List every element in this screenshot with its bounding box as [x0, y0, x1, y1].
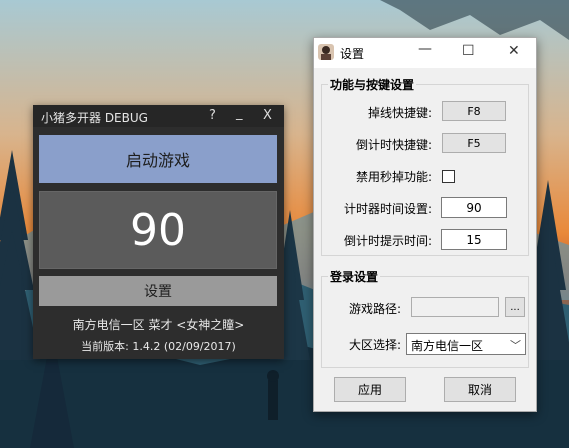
settings-window-title: 设置 [340, 47, 365, 61]
countdown-hint-label: 倒计时提示时间: [343, 234, 432, 248]
settings-button[interactable]: 设置 [39, 276, 277, 306]
browse-button[interactable]: ... [505, 297, 525, 317]
hotkeys-group: 功能与按键设置 掉线快捷键: F8 倒计时快捷键: F5 禁用秒掉功能: 计时器… [321, 76, 529, 256]
close-button[interactable]: X [263, 108, 272, 123]
version-info-text: 当前版本: 1.4.2 (02/09/2017) [81, 340, 236, 353]
main-window-title: 小猪多开器 DEBUG [41, 111, 148, 125]
settings-maximize-icon[interactable]: ☐ [462, 43, 475, 59]
help-button[interactable]: ? [209, 108, 216, 123]
disconnect-hotkey-field[interactable]: F8 [442, 101, 506, 121]
settings-close-icon[interactable]: ✕ [508, 43, 520, 59]
hotkeys-group-title: 功能与按键设置 [328, 76, 417, 93]
countdown-hotkey-field[interactable]: F5 [442, 133, 506, 153]
cancel-button[interactable]: 取消 [444, 377, 516, 402]
disable-instant-drop-checkbox[interactable] [442, 170, 455, 183]
main-window: 小猪多开器 DEBUG ? _ X 启动游戏 90 设置 南方电信一区 菜才 <… [33, 105, 284, 359]
countdown-hotkey-label: 倒计时快捷键: [355, 138, 432, 152]
game-path-label: 游戏路径: [348, 302, 401, 316]
countdown-display: 90 [39, 191, 277, 269]
region-dropdown-value: 南方电信一区 [411, 339, 484, 353]
settings-minimize-icon[interactable]: — [418, 41, 432, 57]
countdown-hint-input[interactable]: 15 [441, 229, 507, 250]
app-avatar-icon [318, 44, 334, 60]
region-dropdown[interactable]: 南方电信一区 ﹀ [406, 333, 526, 355]
region-info-text: 南方电信一区 菜才 <女神之瞳> [72, 318, 245, 332]
game-path-field[interactable] [411, 297, 499, 317]
settings-title-bar[interactable]: 设置 — ☐ ✕ [314, 38, 536, 68]
login-group-title: 登录设置 [328, 268, 381, 285]
timer-time-label: 计时器时间设置: [343, 202, 432, 216]
chevron-down-icon: ﹀ [510, 339, 521, 352]
disable-instant-drop-label: 禁用秒掉功能: [355, 170, 432, 184]
login-group: 登录设置 游戏路径: ... 大区选择: 南方电信一区 ﹀ [321, 268, 529, 368]
minimize-button[interactable]: _ [236, 106, 243, 121]
disconnect-hotkey-label: 掉线快捷键: [367, 106, 432, 120]
region-select-label: 大区选择: [348, 338, 401, 352]
settings-window: 设置 — ☐ ✕ 功能与按键设置 掉线快捷键: F8 倒计时快捷键: F5 禁用… [313, 37, 537, 412]
main-title-bar[interactable]: 小猪多开器 DEBUG ? _ X [33, 105, 284, 127]
start-game-button[interactable]: 启动游戏 [39, 135, 277, 183]
timer-time-input[interactable]: 90 [441, 197, 507, 218]
apply-button[interactable]: 应用 [334, 377, 406, 402]
